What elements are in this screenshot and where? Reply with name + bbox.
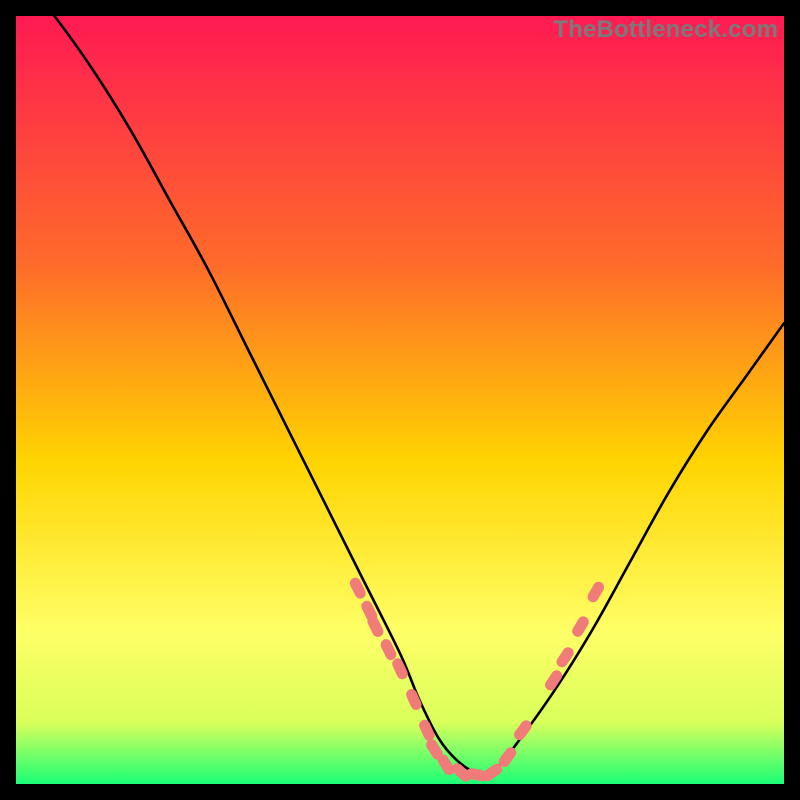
bottleneck-chart	[16, 16, 784, 784]
watermark-text: TheBottleneck.com	[553, 16, 778, 44]
chart-frame: TheBottleneck.com	[16, 16, 784, 784]
